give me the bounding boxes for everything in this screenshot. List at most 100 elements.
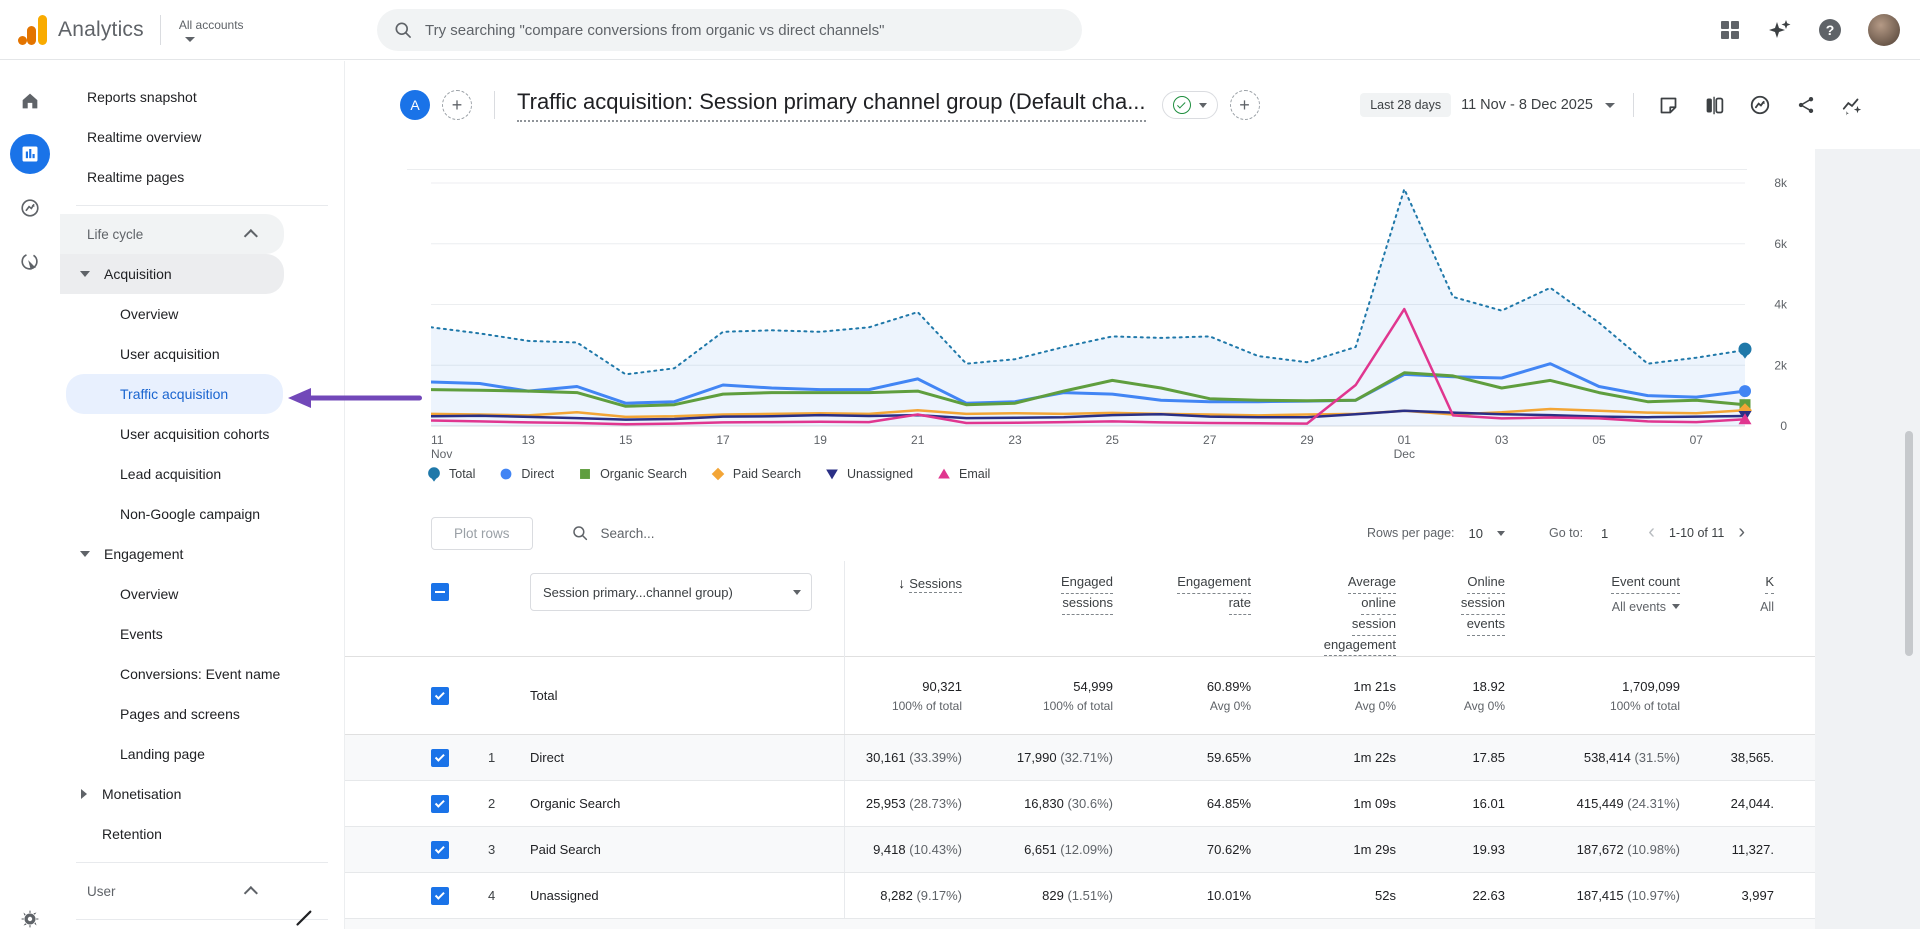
column-header-engaged-sessions[interactable]: Engaged sessions: [972, 573, 1123, 615]
sparkline-insights-icon[interactable]: [1840, 93, 1864, 117]
table-search[interactable]: [571, 524, 911, 542]
compare-columns-icon[interactable]: [1702, 93, 1726, 117]
row-checkbox[interactable]: [431, 887, 449, 905]
reports-nav-icon[interactable]: [10, 134, 50, 174]
sidebar-item-user-acquisition[interactable]: User acquisition: [60, 334, 344, 374]
share-icon[interactable]: [1794, 93, 1818, 117]
svg-text:Dec: Dec: [1394, 447, 1415, 461]
key-events-cell: 3,997: [1690, 888, 1776, 903]
rows-per-page-value[interactable]: 10: [1469, 526, 1483, 541]
sessions-over-time-chart: 8k6k4k2k011Nov13151719212325272901Dec030…: [431, 149, 1811, 461]
column-header-key-events[interactable]: K All: [1690, 573, 1776, 616]
legend-item-direct[interactable]: Direct: [497, 465, 554, 483]
gemini-sparkle-icon[interactable]: [1768, 18, 1792, 42]
legend-item-unassigned[interactable]: Unassigned: [823, 465, 913, 483]
global-search-bar[interactable]: [377, 9, 1082, 51]
average-engagement-cell: 1m 09s: [1261, 796, 1406, 811]
goto-page-input[interactable]: 1: [1601, 526, 1608, 541]
report-title[interactable]: Traffic acquisition: Session primary cha…: [517, 89, 1146, 122]
search-input[interactable]: [425, 22, 1066, 39]
section-label: User: [87, 884, 116, 899]
legend-marker-icon: [497, 465, 515, 483]
sidebar-item-lead-acquisition[interactable]: Lead acquisition: [60, 454, 344, 494]
legend-item-paid-search[interactable]: Paid Search: [709, 465, 801, 483]
insights-icon[interactable]: [1748, 93, 1772, 117]
row-number: 3: [486, 842, 530, 857]
sidebar-item-realtime-pages[interactable]: Realtime pages: [60, 157, 344, 197]
home-nav-icon[interactable]: [10, 81, 50, 121]
row-number: 4: [486, 888, 530, 903]
report-nav-sidebar: Reports snapshot Realtime overview Realt…: [60, 61, 345, 929]
advertising-nav-icon[interactable]: [10, 242, 50, 282]
row-checkbox[interactable]: [431, 841, 449, 859]
section-header-user[interactable]: User: [60, 871, 284, 911]
table-row-paid-search[interactable]: 3 Paid Search 9,418 (10.43%) 6,651 (12.0…: [345, 827, 1815, 873]
sidebar-item-reports-snapshot[interactable]: Reports snapshot: [60, 77, 344, 117]
vertical-scrollbar[interactable]: [1905, 431, 1913, 656]
sidebar-item-engagement[interactable]: Engagement: [60, 534, 284, 574]
sidebar-item-retention[interactable]: Retention: [60, 814, 344, 854]
row-checkbox[interactable]: [431, 749, 449, 767]
average-engagement-cell: 1m 29s: [1261, 842, 1406, 857]
event-count-cell: 187,415 (10.97%): [1515, 888, 1690, 903]
sidebar-item-acquisition-overview[interactable]: Overview: [60, 294, 344, 334]
table-row-unassigned[interactable]: 4 Unassigned 8,282 (9.17%) 829 (1.51%) 1…: [345, 873, 1815, 919]
help-icon[interactable]: ?: [1818, 18, 1842, 42]
engagement-rate-cell: 59.65%: [1123, 750, 1261, 765]
workspace-avatar[interactable]: A: [400, 90, 430, 120]
legend-item-organic-search[interactable]: Organic Search: [576, 465, 687, 483]
sidebar-item-realtime-overview[interactable]: Realtime overview: [60, 117, 344, 157]
chevron-down-icon[interactable]: [1497, 531, 1505, 536]
explore-nav-icon[interactable]: [10, 188, 50, 228]
row-checkbox[interactable]: [431, 795, 449, 813]
sidebar-item-engagement-overview[interactable]: Overview: [60, 574, 344, 614]
sidebar-item-acquisition[interactable]: Acquisition: [60, 254, 284, 294]
sidebar-item-landing-page[interactable]: Landing page: [60, 734, 344, 774]
svg-text:Nov: Nov: [431, 447, 452, 461]
column-header-average-online-session-engagement[interactable]: Average online session engagement: [1261, 573, 1406, 656]
traffic-acquisition-table: Session primary...channel group) ↓Sessio…: [345, 561, 1815, 919]
row-checkbox[interactable]: [431, 687, 449, 705]
analytics-logo[interactable]: Analytics: [0, 14, 144, 46]
add-metric-button[interactable]: +: [1230, 90, 1260, 120]
select-all-checkbox[interactable]: [431, 583, 449, 601]
legend-item-total[interactable]: Total: [425, 465, 475, 483]
chevron-down-icon[interactable]: [1672, 604, 1680, 609]
table-row-direct[interactable]: 1 Direct 30,161 (33.39%) 17,990 (32.71%)…: [345, 735, 1815, 781]
sidebar-item-monetisation[interactable]: Monetisation: [60, 774, 284, 814]
legend-item-email[interactable]: Email: [935, 465, 990, 483]
section-header-life-cycle[interactable]: Life cycle: [60, 214, 284, 254]
column-header-event-count[interactable]: Event count All events: [1515, 573, 1690, 616]
column-header-engagement-rate[interactable]: Engagement rate: [1123, 573, 1261, 615]
chevron-down-icon[interactable]: [1605, 103, 1615, 108]
column-header-sessions[interactable]: ↓Sessions: [844, 561, 972, 657]
sidebar-item-user-acquisition-cohorts[interactable]: User acquisition cohorts: [60, 414, 344, 454]
admin-gear-icon[interactable]: [10, 899, 50, 929]
sidebar-item-non-google-campaign[interactable]: Non-Google campaign: [60, 494, 344, 534]
column-header-online-session-events[interactable]: Online session events: [1406, 573, 1515, 636]
table-controls: Plot rows Rows per page: 10 Go to: 1 ‹ 1…: [345, 511, 1815, 555]
next-page-icon[interactable]: ›: [1738, 522, 1745, 542]
table-search-input[interactable]: [601, 526, 881, 541]
plot-rows-button[interactable]: Plot rows: [431, 517, 533, 550]
account-switcher[interactable]: All accounts: [179, 18, 244, 42]
note-icon[interactable]: [1656, 93, 1680, 117]
total-online-session-events: 18.92Avg 0%: [1406, 679, 1515, 713]
report-status-dropdown[interactable]: [1162, 91, 1218, 119]
table-row-organic-search[interactable]: 2 Organic Search 25,953 (28.73%) 16,830 …: [345, 781, 1815, 827]
sidebar-item-conversions-event-name[interactable]: Conversions: Event name: [60, 654, 344, 694]
svg-text:2k: 2k: [1774, 358, 1788, 372]
online-session-events-cell: 16.01: [1406, 796, 1515, 811]
previous-page-icon[interactable]: ‹: [1648, 522, 1655, 542]
collapse-sidebar-icon[interactable]: [292, 908, 314, 929]
sidebar-item-pages-and-screens[interactable]: Pages and screens: [60, 694, 344, 734]
divider: [76, 862, 328, 863]
apps-grid-icon[interactable]: [1718, 18, 1742, 42]
add-collaborator-button[interactable]: +: [442, 90, 472, 120]
sidebar-item-events[interactable]: Events: [60, 614, 344, 654]
svg-text:25: 25: [1106, 433, 1120, 447]
sidebar-item-traffic-acquisition[interactable]: Traffic acquisition: [66, 374, 283, 414]
dimension-selector[interactable]: Session primary...channel group): [530, 573, 812, 611]
date-range-picker[interactable]: 11 Nov - 8 Dec 2025: [1461, 97, 1593, 113]
user-avatar[interactable]: [1868, 14, 1900, 46]
